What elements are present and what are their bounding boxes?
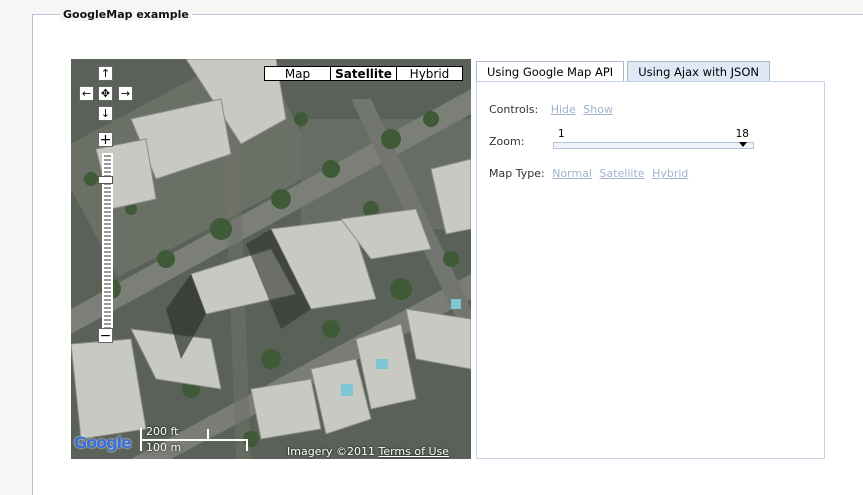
- map-type-hybrid-button[interactable]: Hybrid: [396, 66, 463, 81]
- scale-bar: [140, 439, 248, 441]
- pan-right-icon[interactable]: →: [118, 86, 133, 101]
- map-type-bar: Map Satellite Hybrid: [264, 66, 463, 81]
- map-type-satellite-link[interactable]: Satellite: [600, 167, 645, 180]
- zoom-max-label: 18: [735, 128, 749, 140]
- controls-show-link[interactable]: Show: [583, 103, 613, 116]
- zoom-min-label: 1: [558, 128, 565, 140]
- zoom-slider[interactable]: 1 18: [553, 128, 754, 150]
- scale-tick-ft: [207, 429, 209, 439]
- pan-up-icon[interactable]: ↑: [98, 66, 113, 81]
- fieldset-legend: GoogleMap example: [60, 8, 192, 21]
- scale-tick-start: [140, 428, 142, 451]
- map-view[interactable]: Map Satellite Hybrid ↑ ← ✥ → ↓ + − Googl…: [71, 59, 471, 459]
- pan-down-icon[interactable]: ↓: [98, 106, 113, 121]
- zoom-in-button[interactable]: +: [98, 132, 113, 147]
- map-type-map-button[interactable]: Map: [264, 66, 331, 81]
- scale-tick-m: [246, 439, 248, 451]
- google-logo-text: Google: [74, 433, 132, 452]
- tab-bar: Using Google Map API Using Ajax with JSO…: [476, 61, 773, 83]
- tab-panel: Controls: Hide Show Zoom: 1 18 Map Type:…: [476, 81, 825, 459]
- map-type-hybrid-link[interactable]: Hybrid: [652, 167, 688, 180]
- pan-center-icon[interactable]: ✥: [98, 86, 113, 101]
- map-type-row: Map Type: Normal Satellite Hybrid: [489, 167, 688, 180]
- google-logo: Google: [74, 433, 132, 452]
- controls-label: Controls:: [489, 103, 539, 116]
- terms-of-use-link[interactable]: Terms of Use: [378, 445, 449, 458]
- scale-m-label: 100 m: [146, 441, 182, 454]
- scale-ft-label: 200 ft: [146, 425, 179, 438]
- imagery-copyright-text: Imagery ©2011: [287, 445, 379, 458]
- pan-left-icon[interactable]: ←: [79, 86, 94, 101]
- controls-hide-link[interactable]: Hide: [551, 103, 576, 116]
- map-type-label: Map Type:: [489, 167, 545, 180]
- tab-google-map-api[interactable]: Using Google Map API: [476, 61, 625, 83]
- satellite-imagery: [71, 59, 471, 459]
- map-type-satellite-button[interactable]: Satellite: [330, 66, 397, 81]
- zoom-slider-bar[interactable]: [553, 142, 754, 149]
- map-copyright: Imagery ©2011 Terms of Use: [287, 445, 449, 458]
- zoom-label: Zoom:: [489, 135, 525, 148]
- zoom-slider-handle-icon[interactable]: [739, 142, 747, 147]
- controls-row: Controls: Hide Show: [489, 103, 613, 116]
- tab-ajax-json[interactable]: Using Ajax with JSON: [627, 61, 771, 81]
- zoom-slider-thumb[interactable]: [98, 176, 113, 184]
- zoom-out-button[interactable]: −: [98, 328, 113, 343]
- map-type-normal-link[interactable]: Normal: [552, 167, 592, 180]
